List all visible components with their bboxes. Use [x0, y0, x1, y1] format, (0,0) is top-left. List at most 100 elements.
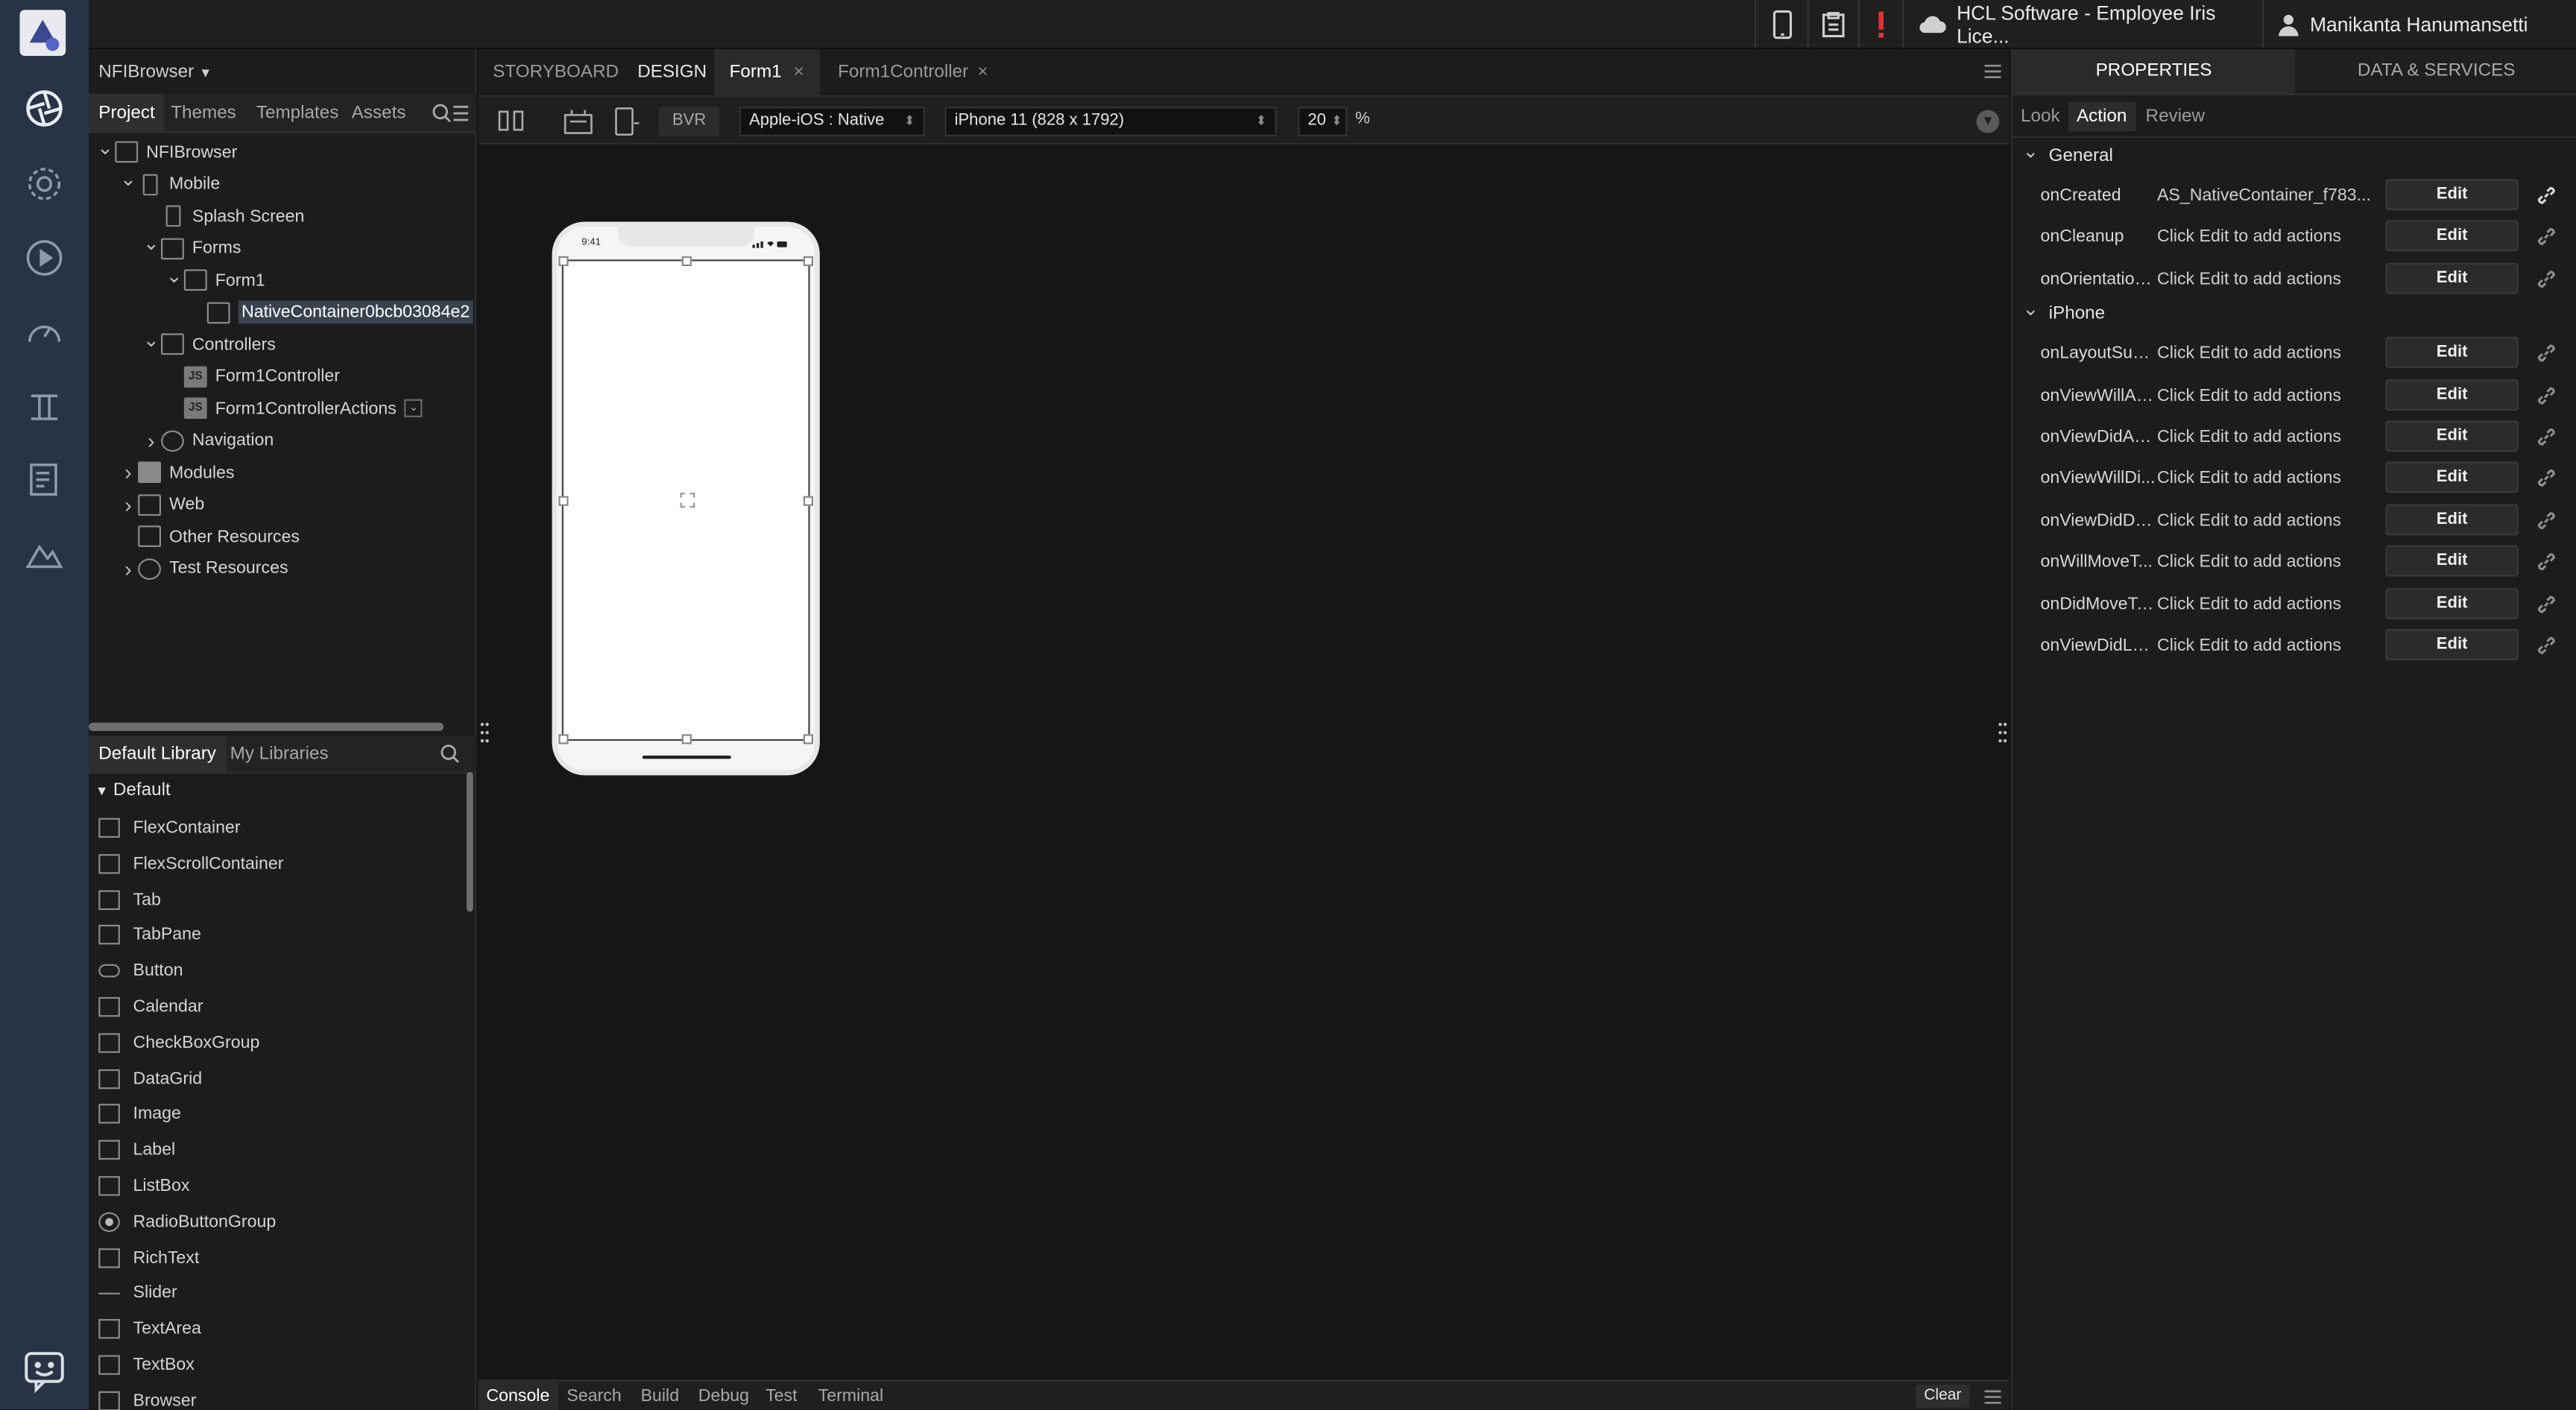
chevron-down-circle-icon[interactable]: ▼ — [1976, 110, 2000, 133]
tree-item[interactable]: ⌄ Forms — [142, 232, 241, 264]
error-alert-icon[interactable] — [1857, 0, 1903, 48]
hamburger-menu-icon[interactable] — [1984, 64, 2001, 79]
resize-handle[interactable] — [558, 256, 569, 267]
tab-my-libraries[interactable]: My Libraries — [220, 736, 338, 774]
link-icon[interactable] — [2534, 508, 2560, 534]
tab-debug[interactable]: Debug — [690, 1382, 757, 1410]
chevron-down-icon[interactable]: ⌄ — [142, 232, 161, 255]
tab-assets[interactable]: Assets — [341, 94, 415, 133]
link-icon[interactable] — [2534, 183, 2560, 209]
link-icon[interactable] — [2534, 591, 2560, 617]
link-icon[interactable] — [2534, 466, 2560, 492]
aperture-icon[interactable] — [25, 89, 64, 128]
library-item[interactable]: Image — [98, 1098, 181, 1131]
resize-handle[interactable] — [803, 496, 814, 506]
link-icon[interactable] — [2534, 382, 2560, 408]
mobile-device-icon[interactable] — [1754, 0, 1808, 48]
vertical-scrollbar[interactable] — [466, 771, 473, 912]
resize-handle[interactable] — [681, 256, 692, 267]
tab-project[interactable]: Project — [89, 93, 165, 133]
library-section-default[interactable]: ▼ Default — [95, 777, 171, 803]
layout-icon[interactable] — [25, 388, 64, 427]
resize-handle[interactable] — [803, 734, 814, 744]
tab-properties[interactable]: PROPERTIES — [2012, 49, 2296, 94]
tree-item[interactable]: NativeContainer0bcb03084e2 — [187, 297, 473, 328]
library-item[interactable]: Button — [98, 955, 183, 987]
tab-default-library[interactable]: Default Library — [89, 736, 227, 774]
search-filter-icon[interactable] — [430, 102, 470, 125]
platform-select[interactable]: Apple-iOS : Native ⬍ — [739, 107, 925, 136]
tree-item[interactable]: › Test Resources — [119, 553, 288, 584]
horizontal-scrollbar[interactable] — [89, 722, 444, 731]
tree-item[interactable]: ⌄ Form1 — [164, 264, 265, 296]
edit-button[interactable]: Edit — [2385, 379, 2519, 411]
tab-test[interactable]: Test — [757, 1382, 806, 1410]
speedometer-icon[interactable] — [25, 314, 64, 353]
search-icon[interactable] — [441, 744, 460, 763]
tab-look[interactable]: Look — [2012, 102, 2068, 132]
project-selector[interactable]: NFIBrowser ▼ — [98, 63, 212, 82]
edit-button[interactable]: Edit — [2385, 546, 2519, 578]
tree-item[interactable]: ⌄ Mobile — [119, 168, 220, 200]
chevron-right-icon[interactable]: › — [142, 428, 161, 452]
resize-handle[interactable] — [681, 734, 692, 744]
link-icon[interactable] — [2534, 549, 2560, 575]
chevron-down-icon[interactable]: ⌄ — [95, 136, 115, 159]
edit-button[interactable]: Edit — [2385, 629, 2519, 661]
tab-templates[interactable]: Templates — [247, 94, 349, 133]
resize-handle[interactable] — [558, 496, 569, 506]
library-item[interactable]: TabPane — [98, 919, 201, 952]
close-icon[interactable]: × — [977, 49, 988, 95]
tab-review[interactable]: Review — [2138, 102, 2214, 132]
edit-button[interactable]: Edit — [2385, 420, 2519, 452]
tree-item[interactable]: JS Form1ControllerActions ⌄ — [164, 393, 423, 424]
section-iphone[interactable]: ⌄ iPhone — [2022, 297, 2105, 327]
user-menu[interactable]: Manikanta Hanumansetti — [2262, 0, 2576, 48]
resize-handle[interactable] — [558, 734, 569, 744]
library-item[interactable]: FlexContainer — [98, 812, 241, 844]
play-icon[interactable] — [25, 238, 64, 278]
splitter-handle-icon[interactable] — [480, 721, 490, 744]
library-item[interactable]: DataGrid — [98, 1062, 202, 1095]
library-item[interactable]: Tab — [98, 883, 161, 916]
tab-themes[interactable]: Themes — [161, 94, 246, 133]
chevron-down-icon[interactable]: ⌄ — [142, 328, 161, 351]
library-item[interactable]: CheckBoxGroup — [98, 1026, 259, 1059]
native-container[interactable] — [558, 256, 814, 744]
device-select[interactable]: iPhone 11 (828 x 1792) ⬍ — [944, 107, 1277, 136]
library-item[interactable]: Browser — [98, 1385, 196, 1410]
hamburger-menu-icon[interactable] — [1984, 1390, 2001, 1405]
library-item[interactable]: RichText — [98, 1241, 199, 1274]
device-preview-icon[interactable] — [613, 107, 640, 136]
tab-storyboard[interactable]: STORYBOARD — [478, 49, 634, 95]
edit-button[interactable]: Edit — [2385, 179, 2519, 211]
chevron-down-icon[interactable]: ⌄ — [164, 264, 183, 287]
link-icon[interactable] — [2534, 633, 2560, 659]
clipboard-icon[interactable] — [1807, 0, 1858, 48]
tab-action[interactable]: Action — [2068, 101, 2135, 132]
section-general[interactable]: ⌄ General — [2022, 139, 2113, 169]
tab-form1controller[interactable]: Form1Controller × — [823, 49, 994, 95]
library-item[interactable]: ListBox — [98, 1169, 189, 1202]
library-item[interactable]: FlexScrollContainer — [98, 847, 283, 880]
link-icon[interactable] — [2534, 266, 2560, 292]
tab-form1[interactable]: Form1 × — [714, 49, 820, 95]
tab-build[interactable]: Build — [633, 1382, 688, 1410]
close-icon[interactable]: × — [794, 49, 804, 95]
feedback-icon[interactable] — [22, 1347, 68, 1394]
chevron-right-icon[interactable]: › — [119, 556, 138, 581]
resize-handle[interactable] — [803, 256, 814, 267]
library-item[interactable]: Label — [98, 1134, 175, 1166]
tab-terminal[interactable]: Terminal — [810, 1382, 892, 1410]
dropdown-icon[interactable]: ⌄ — [404, 399, 423, 417]
edit-button[interactable]: Edit — [2385, 587, 2519, 619]
tree-item[interactable]: ⌄ Controllers — [142, 328, 276, 360]
phone-preview[interactable]: 9:41 — [552, 221, 820, 776]
edit-button[interactable]: Edit — [2385, 337, 2519, 369]
chevron-right-icon[interactable]: › — [119, 492, 138, 516]
tab-search[interactable]: Search — [558, 1382, 629, 1410]
tree-item[interactable]: › Web — [119, 489, 204, 520]
tab-design[interactable]: DESIGN — [622, 49, 722, 95]
tree-item[interactable]: ⌄ NFIBrowser — [95, 136, 237, 168]
edit-button[interactable]: Edit — [2385, 462, 2519, 494]
